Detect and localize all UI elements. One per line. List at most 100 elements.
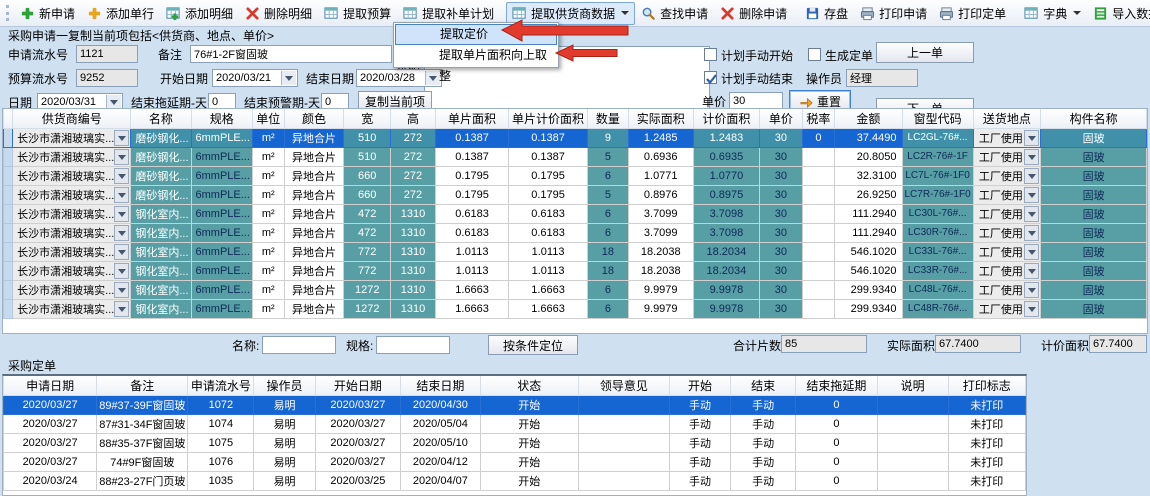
supplier-dropdown-cell[interactable]: 长沙市潇湘玻璃实... bbox=[13, 166, 131, 185]
chevron-down-icon[interactable] bbox=[281, 71, 296, 85]
delivery-dropdown-cell[interactable]: 工厂使用 bbox=[973, 280, 1041, 299]
item-row[interactable]: 长沙市潇湘玻璃实... 钢化室内... 6mmPLE... m² 异地合片 77… bbox=[4, 242, 1147, 261]
delivery-dropdown-cell[interactable]: 工厂使用 bbox=[973, 204, 1041, 223]
delete-detail-button[interactable]: 删除明细 bbox=[239, 2, 318, 25]
row-selector[interactable] bbox=[4, 147, 13, 166]
supplier-dropdown-cell[interactable]: 长沙市潇湘玻璃实... bbox=[13, 242, 131, 261]
locate-by-condition-button[interactable]: 按条件定位 bbox=[488, 335, 578, 355]
chevron-down-icon[interactable] bbox=[1024, 168, 1039, 184]
gen-order-checkbox[interactable] bbox=[808, 48, 821, 61]
spec-filter-input[interactable] bbox=[376, 336, 450, 354]
row-selector[interactable] bbox=[4, 242, 13, 261]
row-selector[interactable] bbox=[4, 261, 13, 280]
item-row[interactable]: 长沙市潇湘玻璃实... 钢化室内... 6mmPLE... m² 异地合片 77… bbox=[4, 261, 1147, 280]
supplier-dropdown-cell[interactable]: 长沙市潇湘玻璃实... bbox=[13, 299, 131, 318]
row-selector[interactable] bbox=[4, 299, 13, 318]
start-date-picker[interactable]: 2020/03/21 bbox=[212, 69, 298, 87]
chevron-down-icon[interactable] bbox=[1024, 149, 1039, 165]
row-selector[interactable] bbox=[4, 280, 13, 299]
menu-item-extract-round-up[interactable]: 提取单片面积向上取整 bbox=[395, 45, 557, 66]
prev-order-button[interactable]: 上一单 bbox=[876, 42, 974, 63]
manual-end-checkbox[interactable] bbox=[704, 71, 717, 84]
chevron-down-icon[interactable] bbox=[425, 71, 440, 85]
tax-cell bbox=[802, 242, 835, 261]
row-selector[interactable] bbox=[4, 204, 13, 223]
order-row[interactable]: 2020/03/24 88#23-27F门页玻 1035 易明 2020/03/… bbox=[4, 471, 1026, 490]
print-apply-button[interactable]: 打印申请 bbox=[854, 2, 933, 25]
chevron-down-icon[interactable] bbox=[106, 95, 121, 109]
delivery-dropdown-cell[interactable]: 工厂使用 bbox=[973, 299, 1041, 318]
item-row[interactable]: 长沙市潇湘玻璃实... 磨砂钢化... 6mmPLE... m² 异地合片 66… bbox=[4, 185, 1147, 204]
operator-field[interactable] bbox=[846, 69, 918, 87]
chevron-down-icon[interactable] bbox=[1024, 206, 1039, 222]
budget-no-field[interactable] bbox=[76, 69, 138, 87]
dictionary-button[interactable]: 字典 bbox=[1018, 2, 1087, 25]
row-selector[interactable] bbox=[4, 166, 13, 185]
chevron-down-icon[interactable] bbox=[114, 149, 129, 165]
supplier-dropdown-cell[interactable]: 长沙市潇湘玻璃实... bbox=[13, 128, 131, 147]
chevron-down-icon[interactable] bbox=[114, 168, 129, 184]
item-row[interactable]: 长沙市潇湘玻璃实... 钢化室内... 6mmPLE... m² 异地合片 12… bbox=[4, 280, 1147, 299]
item-row[interactable]: 长沙市潇湘玻璃实... 钢化室内... 6mmPLE... m² 异地合片 47… bbox=[4, 223, 1147, 242]
delivery-dropdown-cell[interactable]: 工厂使用 bbox=[973, 185, 1041, 204]
chevron-down-icon[interactable] bbox=[114, 244, 129, 260]
print-order-button[interactable]: 打印定单 bbox=[933, 2, 1012, 25]
supplier-dropdown-cell[interactable]: 长沙市潇湘玻璃实... bbox=[13, 280, 131, 299]
order-row[interactable]: 2020/03/27 89#37-39F窗固玻 1072 易明 2020/03/… bbox=[4, 395, 1026, 414]
delivery-dropdown-cell[interactable]: 工厂使用 bbox=[973, 128, 1041, 147]
chevron-down-icon[interactable] bbox=[114, 301, 129, 317]
start-date-cell: 2020/03/25 bbox=[315, 471, 400, 490]
delivery-dropdown-cell[interactable]: 工厂使用 bbox=[973, 166, 1041, 185]
delivery-dropdown-cell[interactable]: 工厂使用 bbox=[973, 261, 1041, 280]
chevron-down-icon[interactable] bbox=[114, 130, 129, 146]
row-selector[interactable] bbox=[4, 223, 13, 242]
chevron-down-icon[interactable] bbox=[1024, 187, 1039, 203]
chevron-down-icon[interactable] bbox=[114, 282, 129, 298]
add-row-button[interactable]: 添加单行 bbox=[81, 2, 160, 25]
chevron-down-icon[interactable] bbox=[1024, 225, 1039, 241]
name-filter-input[interactable] bbox=[262, 336, 336, 354]
delivery-dropdown-cell[interactable]: 工厂使用 bbox=[973, 147, 1041, 166]
import-data-button[interactable]: 导入数据 bbox=[1087, 2, 1150, 25]
end-date-picker[interactable]: 2020/03/28 bbox=[356, 69, 442, 87]
row-selector[interactable] bbox=[4, 185, 13, 204]
menu-item-extract-pricing[interactable]: 提取定价 bbox=[395, 24, 557, 45]
chevron-down-icon[interactable] bbox=[1024, 301, 1039, 317]
toolbar-drag-handle[interactable] bbox=[6, 5, 9, 21]
supplier-dropdown-cell[interactable]: 长沙市潇湘玻璃实... bbox=[13, 185, 131, 204]
height-cell: 1310 bbox=[391, 242, 436, 261]
manual-start-checkbox[interactable] bbox=[704, 48, 717, 61]
order-row[interactable]: 2020/03/27 87#31-34F窗固玻 1074 易明 2020/03/… bbox=[4, 414, 1026, 433]
new-apply-button[interactable]: 新申请 bbox=[14, 2, 81, 25]
apply-no-field[interactable] bbox=[76, 45, 138, 63]
item-row[interactable]: 长沙市潇湘玻璃实... 钢化室内... 6mmPLE... m² 异地合片 47… bbox=[4, 204, 1147, 223]
chevron-down-icon[interactable] bbox=[114, 206, 129, 222]
save-button[interactable]: 存盘 bbox=[799, 2, 854, 25]
chevron-down-icon[interactable] bbox=[1024, 244, 1039, 260]
order-row[interactable]: 2020/03/27 88#35-37F窗固玻 1075 易明 2020/03/… bbox=[4, 433, 1026, 452]
chevron-down-icon[interactable] bbox=[114, 225, 129, 241]
chevron-down-icon[interactable] bbox=[114, 187, 129, 203]
remark-field[interactable] bbox=[190, 45, 392, 63]
supplier-dropdown-cell[interactable]: 长沙市潇湘玻璃实... bbox=[13, 147, 131, 166]
item-row[interactable]: 长沙市潇湘玻璃实... 磨砂钢化... 6mmPLE... m² 异地合片 66… bbox=[4, 166, 1147, 185]
delivery-dropdown-cell[interactable]: 工厂使用 bbox=[973, 223, 1041, 242]
search-apply-button[interactable]: 查找申请 bbox=[635, 2, 714, 25]
extract-budget-button[interactable]: 提取预算 bbox=[318, 2, 397, 25]
item-row[interactable]: 长沙市潇湘玻璃实... 磨砂钢化... 6mmPLE... m² 异地合片 51… bbox=[4, 128, 1147, 147]
supplier-dropdown-cell[interactable]: 长沙市潇湘玻璃实... bbox=[13, 261, 131, 280]
chevron-down-icon[interactable] bbox=[1024, 282, 1039, 298]
row-selector[interactable] bbox=[4, 128, 13, 147]
delivery-dropdown-cell[interactable]: 工厂使用 bbox=[973, 242, 1041, 261]
chevron-down-icon[interactable] bbox=[114, 263, 129, 279]
item-row[interactable]: 长沙市潇湘玻璃实... 磨砂钢化... 6mmPLE... m² 异地合片 51… bbox=[4, 147, 1147, 166]
item-row[interactable]: 长沙市潇湘玻璃实... 钢化室内... 6mmPLE... m² 异地合片 12… bbox=[4, 299, 1147, 318]
supplier-dropdown-cell[interactable]: 长沙市潇湘玻璃实... bbox=[13, 204, 131, 223]
order-row[interactable]: 2020/03/27 74#9F窗固玻 1076 易明 2020/03/27 2… bbox=[4, 452, 1026, 471]
start-date-cell: 2020/03/27 bbox=[315, 452, 400, 471]
delete-apply-button[interactable]: 删除申请 bbox=[714, 2, 793, 25]
add-detail-button[interactable]: 添加明细 bbox=[160, 2, 239, 25]
chevron-down-icon[interactable] bbox=[1024, 130, 1039, 146]
chevron-down-icon[interactable] bbox=[1024, 263, 1039, 279]
supplier-dropdown-cell[interactable]: 长沙市潇湘玻璃实... bbox=[13, 223, 131, 242]
